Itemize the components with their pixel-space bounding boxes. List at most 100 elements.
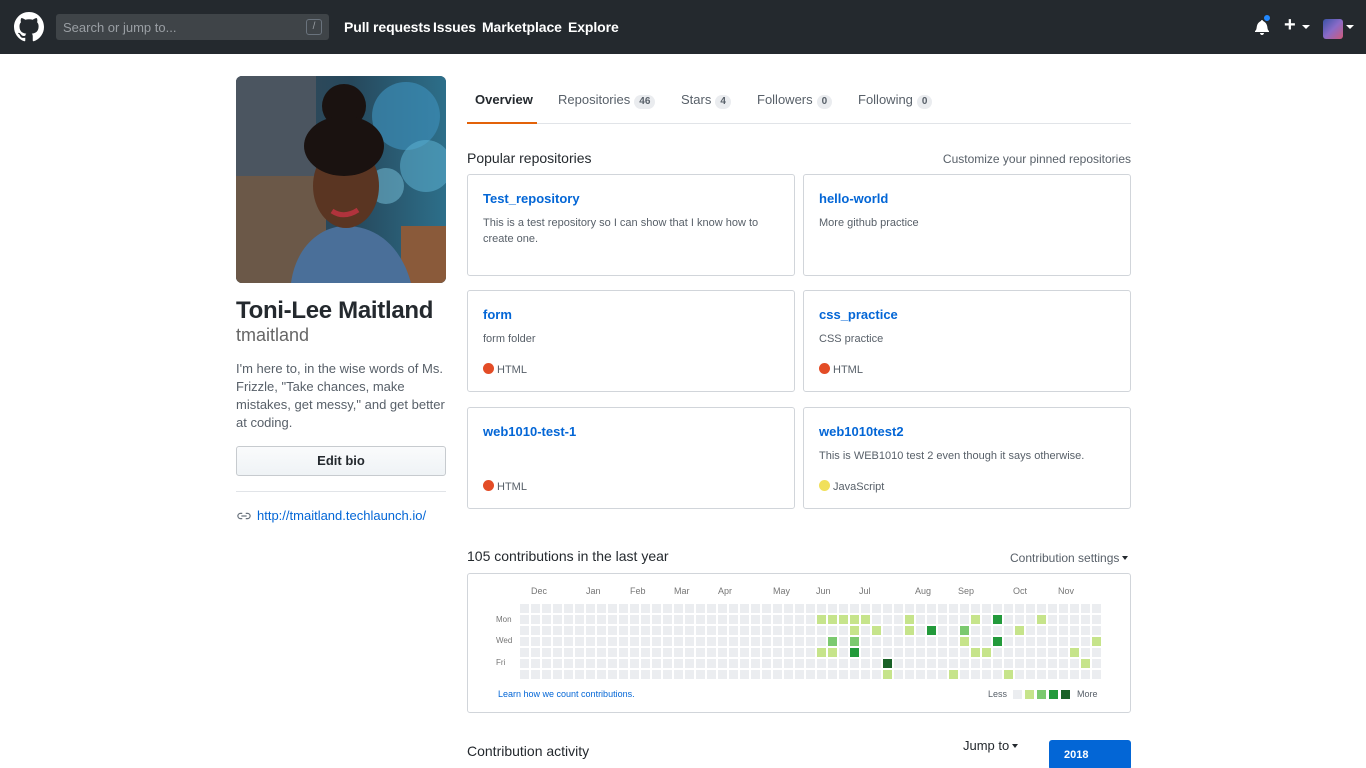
contribution-day-cell[interactable] — [773, 648, 782, 657]
contribution-day-cell[interactable] — [872, 670, 881, 679]
contribution-day-cell[interactable] — [652, 615, 661, 624]
contribution-day-cell[interactable] — [1026, 637, 1035, 646]
contribution-day-cell[interactable] — [905, 626, 914, 635]
contribution-day-cell[interactable] — [784, 626, 793, 635]
contribution-day-cell[interactable] — [960, 659, 969, 668]
contribution-day-cell[interactable] — [608, 659, 617, 668]
contribution-day-cell[interactable] — [751, 670, 760, 679]
contribution-day-cell[interactable] — [795, 659, 804, 668]
contribution-day-cell[interactable] — [894, 615, 903, 624]
contribution-day-cell[interactable] — [861, 670, 870, 679]
contribution-day-cell[interactable] — [839, 626, 848, 635]
contribution-day-cell[interactable] — [564, 615, 573, 624]
contribution-day-cell[interactable] — [949, 648, 958, 657]
contribution-day-cell[interactable] — [1015, 659, 1024, 668]
contribution-day-cell[interactable] — [707, 626, 716, 635]
contribution-day-cell[interactable] — [696, 659, 705, 668]
contribution-day-cell[interactable] — [751, 604, 760, 613]
contribution-day-cell[interactable] — [1015, 615, 1024, 624]
contribution-day-cell[interactable] — [850, 670, 859, 679]
contribution-day-cell[interactable] — [542, 626, 551, 635]
contribution-day-cell[interactable] — [894, 604, 903, 613]
contribution-day-cell[interactable] — [1059, 670, 1068, 679]
year-2018-button[interactable]: 2018 — [1049, 740, 1131, 768]
contribution-day-cell[interactable] — [883, 659, 892, 668]
contribution-day-cell[interactable] — [927, 615, 936, 624]
contribution-day-cell[interactable] — [806, 615, 815, 624]
contribution-day-cell[interactable] — [564, 670, 573, 679]
contribution-day-cell[interactable] — [938, 626, 947, 635]
contribution-day-cell[interactable] — [762, 626, 771, 635]
contribution-day-cell[interactable] — [927, 637, 936, 646]
contribution-day-cell[interactable] — [619, 637, 628, 646]
contribution-day-cell[interactable] — [564, 648, 573, 657]
contribution-day-cell[interactable] — [740, 626, 749, 635]
contribution-day-cell[interactable] — [740, 637, 749, 646]
contribution-day-cell[interactable] — [663, 670, 672, 679]
contribution-day-cell[interactable] — [729, 604, 738, 613]
contribution-day-cell[interactable] — [1092, 648, 1101, 657]
contribution-day-cell[interactable] — [685, 637, 694, 646]
contribution-day-cell[interactable] — [553, 670, 562, 679]
contribution-day-cell[interactable] — [839, 637, 848, 646]
contribution-day-cell[interactable] — [586, 648, 595, 657]
contribution-day-cell[interactable] — [828, 637, 837, 646]
contribution-day-cell[interactable] — [1048, 626, 1057, 635]
contribution-day-cell[interactable] — [1081, 670, 1090, 679]
contribution-day-cell[interactable] — [762, 670, 771, 679]
contribution-day-cell[interactable] — [795, 604, 804, 613]
contribution-day-cell[interactable] — [630, 637, 639, 646]
contribution-day-cell[interactable] — [674, 626, 683, 635]
contribution-day-cell[interactable] — [674, 648, 683, 657]
contribution-day-cell[interactable] — [960, 615, 969, 624]
contribution-day-cell[interactable] — [1015, 648, 1024, 657]
contribution-day-cell[interactable] — [773, 659, 782, 668]
contribution-day-cell[interactable] — [619, 604, 628, 613]
contribution-day-cell[interactable] — [740, 615, 749, 624]
contribution-day-cell[interactable] — [652, 626, 661, 635]
github-logo-icon[interactable] — [14, 12, 44, 42]
contribution-day-cell[interactable] — [1081, 659, 1090, 668]
contribution-day-cell[interactable] — [652, 670, 661, 679]
contribution-day-cell[interactable] — [894, 659, 903, 668]
contribution-day-cell[interactable] — [883, 615, 892, 624]
contribution-day-cell[interactable] — [564, 637, 573, 646]
contribution-day-cell[interactable] — [784, 659, 793, 668]
contribution-day-cell[interactable] — [839, 670, 848, 679]
contribution-day-cell[interactable] — [773, 604, 782, 613]
contribution-day-cell[interactable] — [1081, 604, 1090, 613]
contribution-day-cell[interactable] — [520, 626, 529, 635]
contribution-day-cell[interactable] — [861, 659, 870, 668]
contribution-day-cell[interactable] — [773, 626, 782, 635]
contribution-day-cell[interactable] — [531, 626, 540, 635]
contribution-day-cell[interactable] — [773, 615, 782, 624]
contribution-day-cell[interactable] — [1081, 637, 1090, 646]
contribution-day-cell[interactable] — [1059, 626, 1068, 635]
contribution-day-cell[interactable] — [663, 648, 672, 657]
contribution-day-cell[interactable] — [872, 659, 881, 668]
contribution-day-cell[interactable] — [641, 604, 650, 613]
contribution-day-cell[interactable] — [674, 670, 683, 679]
contribution-day-cell[interactable] — [1048, 637, 1057, 646]
repo-name-link[interactable]: hello-world — [819, 191, 888, 206]
contribution-day-cell[interactable] — [1004, 648, 1013, 657]
contribution-day-cell[interactable] — [685, 648, 694, 657]
contribution-day-cell[interactable] — [630, 659, 639, 668]
contribution-day-cell[interactable] — [828, 604, 837, 613]
contribution-day-cell[interactable] — [597, 637, 606, 646]
contribution-day-cell[interactable] — [1015, 626, 1024, 635]
contribution-day-cell[interactable] — [597, 626, 606, 635]
contribution-day-cell[interactable] — [1048, 670, 1057, 679]
contribution-day-cell[interactable] — [707, 659, 716, 668]
contribution-day-cell[interactable] — [663, 637, 672, 646]
contribution-day-cell[interactable] — [520, 604, 529, 613]
contribution-day-cell[interactable] — [839, 659, 848, 668]
contribution-day-cell[interactable] — [586, 670, 595, 679]
contribution-day-cell[interactable] — [696, 637, 705, 646]
contribution-day-cell[interactable] — [685, 615, 694, 624]
contribution-day-cell[interactable] — [608, 604, 617, 613]
contribution-day-cell[interactable] — [1092, 615, 1101, 624]
contribution-day-cell[interactable] — [872, 615, 881, 624]
contribution-day-cell[interactable] — [971, 615, 980, 624]
repo-name-link[interactable]: web1010test2 — [819, 424, 904, 439]
